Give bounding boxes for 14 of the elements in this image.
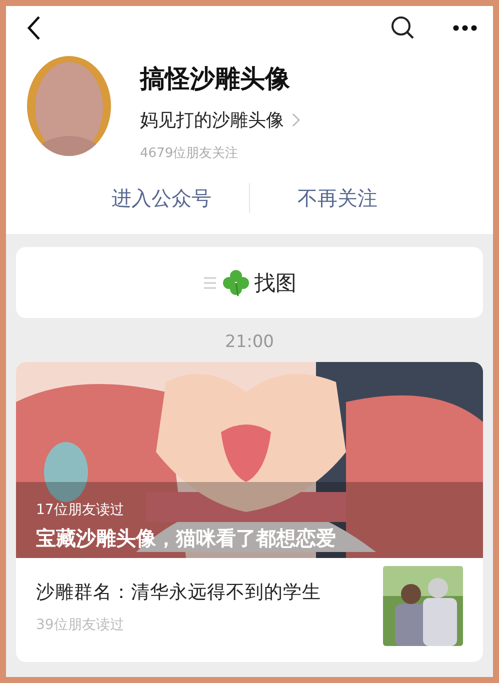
menu-icon	[202, 276, 216, 290]
follower-count: 4679位朋友关注	[140, 145, 240, 162]
unfollow-button[interactable]: 不再关注	[250, 184, 425, 212]
clover-icon	[222, 268, 248, 296]
article-title[interactable]: 宝藏沙雕头像，猫咪看了都想恋爱	[36, 525, 473, 552]
timestamp: 21:00	[225, 332, 274, 352]
read-count: 39位朋友读过	[36, 616, 125, 634]
menu-button[interactable]: 找图	[16, 247, 483, 318]
article-title[interactable]: 沙雕群名：清华永远得不到的学生	[36, 578, 375, 604]
read-count: 17位朋友读过	[36, 501, 125, 519]
account-name: 搞怪沙雕头像	[140, 63, 291, 95]
enter-account-button[interactable]: 进入公众号	[74, 184, 249, 212]
chevron-right-icon	[292, 113, 300, 127]
account-description-link[interactable]: 妈见打的沙雕头像	[140, 108, 300, 132]
